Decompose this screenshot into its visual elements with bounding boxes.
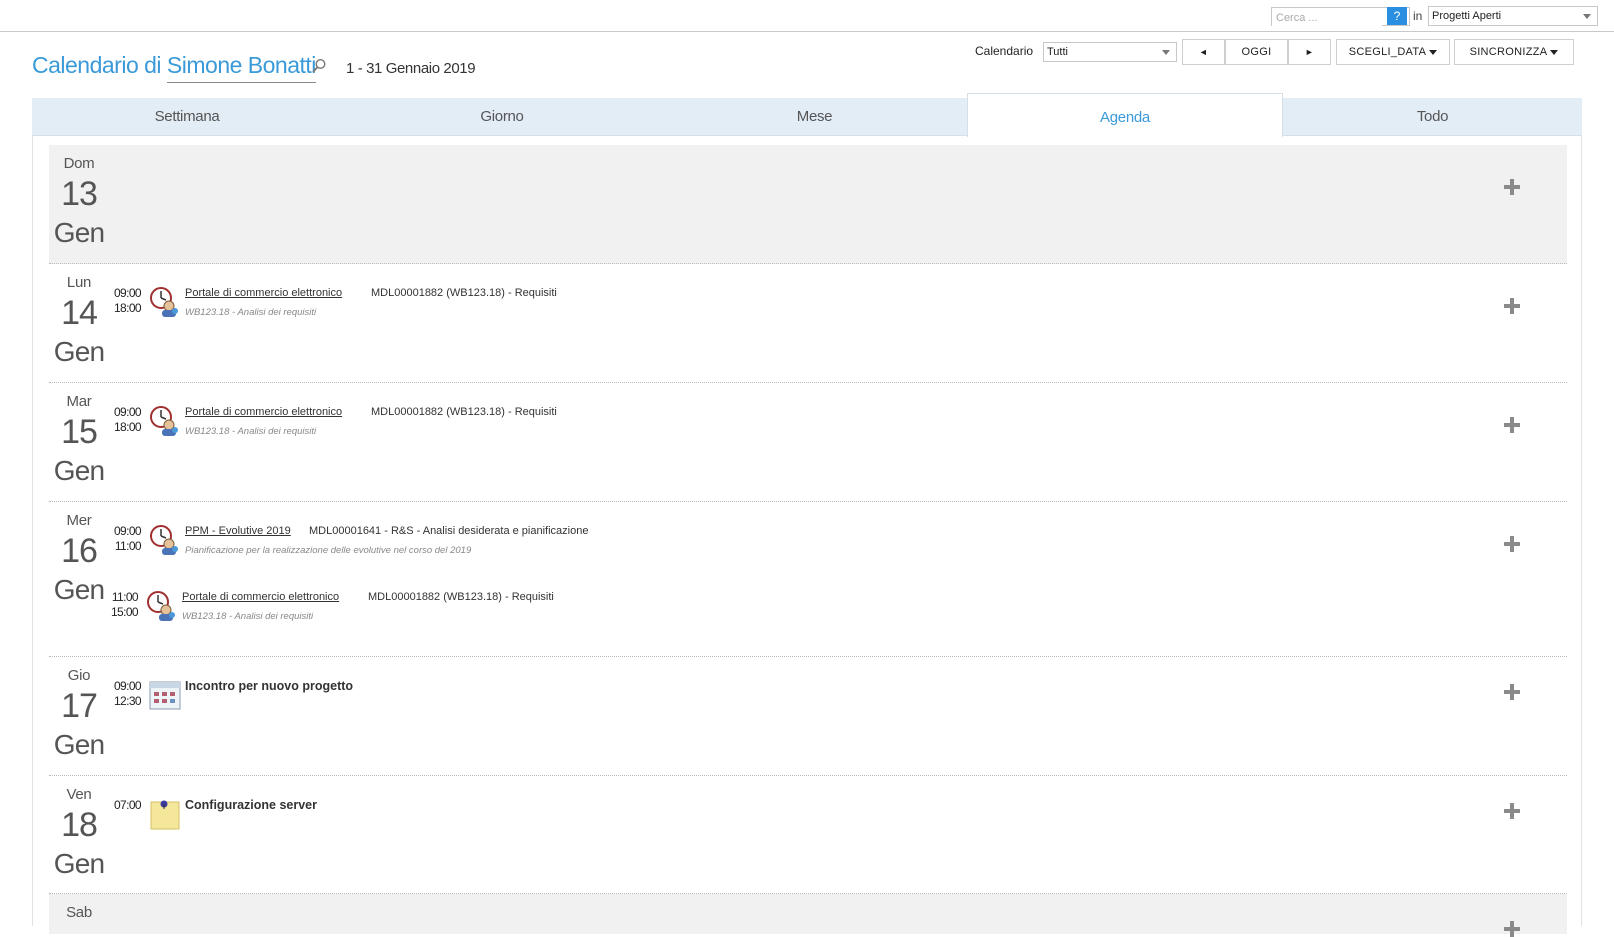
scope-in-label: in xyxy=(1413,9,1423,23)
search-input[interactable] xyxy=(1272,9,1382,27)
event-detail: WB123.18 - Analisi dei requisiti xyxy=(185,307,317,318)
event-project-link[interactable]: Portale di commercio elettronico xyxy=(185,406,342,418)
day-month: Gen xyxy=(53,217,105,248)
activity-clock-icon xyxy=(147,591,175,621)
scope-select[interactable]: Progetti Aperti xyxy=(1428,6,1598,26)
add-event-icon[interactable] xyxy=(1504,298,1520,314)
day-name: Lun xyxy=(66,274,92,291)
calendar-filter-select[interactable]: Tutti xyxy=(1043,42,1177,62)
agenda-day: Dom 13 Gen xyxy=(49,145,1567,264)
event-end-time: 18:00 xyxy=(113,420,142,434)
add-event-icon[interactable] xyxy=(1504,536,1520,552)
agenda-day: Sab xyxy=(49,894,1567,937)
day-number: 13 xyxy=(61,175,98,213)
tab-settimana[interactable]: Settimana xyxy=(32,98,342,136)
activity-clock-icon xyxy=(150,287,178,317)
event-project-link[interactable]: Portale di commercio elettronico xyxy=(182,591,339,603)
choose-date-label: SCEGLI_DATA xyxy=(1348,46,1427,58)
event-start-time: 07:00 xyxy=(113,798,142,812)
tab-mese[interactable]: Mese xyxy=(662,98,967,136)
event-project-link[interactable]: Portale di commercio elettronico xyxy=(185,287,342,299)
today-button[interactable]: OGGI xyxy=(1225,39,1288,65)
day-number: 14 xyxy=(61,294,98,332)
day-number: 16 xyxy=(61,532,98,570)
chevron-down-icon xyxy=(1583,14,1591,19)
agenda-day: Gio 17 Gen 09:00 12:30 Incontro per nuov… xyxy=(49,657,1567,776)
day-number: 17 xyxy=(61,687,98,725)
day-name: Mar xyxy=(66,393,92,410)
event-start-time: 11:00 xyxy=(111,590,139,604)
tab-todo[interactable]: Todo xyxy=(1283,98,1582,136)
event-detail: WB123.18 - Analisi dei requisiti xyxy=(182,611,314,622)
activity-clock-icon xyxy=(150,525,178,555)
day-name: Ven xyxy=(66,786,92,803)
chevron-down-icon xyxy=(1162,50,1170,55)
day-number: 15 xyxy=(61,413,98,451)
calendar-filter-label: Calendario xyxy=(975,44,1034,58)
day-number: 18 xyxy=(61,806,98,844)
day-name: Sab xyxy=(66,904,92,921)
sync-button[interactable]: SINCRONIZZA xyxy=(1454,39,1574,65)
calendar-filter-value: Tutti xyxy=(1047,46,1068,58)
day-month: Gen xyxy=(53,848,105,879)
top-bar: ? in Progetti Aperti xyxy=(0,0,1614,32)
day-month: Gen xyxy=(53,574,105,605)
page-title: Calendario di Simone Bonatti xyxy=(32,52,316,83)
event-activity-code: MDL00001882 (WB123.18) - Requisiti xyxy=(368,591,554,603)
event-end-time: 11:00 xyxy=(114,539,142,553)
activity-clock-icon xyxy=(150,406,178,436)
event-title[interactable]: Configurazione server xyxy=(185,798,317,812)
event-start-time: 09:00 xyxy=(113,679,142,693)
event-end-time: 18:00 xyxy=(113,301,142,315)
page-title-prefix: Calendario di xyxy=(32,52,162,78)
event-activity-code: MDL00001882 (WB123.18) - Requisiti xyxy=(371,406,557,418)
add-event-icon[interactable] xyxy=(1504,179,1520,195)
calendar-meeting-icon xyxy=(149,681,181,710)
scope-select-value: Progetti Aperti xyxy=(1432,10,1502,22)
dropdown-arrow-icon xyxy=(1550,49,1559,55)
next-button[interactable]: ► xyxy=(1288,39,1331,65)
add-event-icon[interactable] xyxy=(1504,921,1520,937)
event-detail: Pianificazione per la realizzazione dell… xyxy=(185,545,472,556)
event-detail: WB123.18 - Analisi dei requisiti xyxy=(185,426,317,437)
event-start-time: 09:00 xyxy=(113,405,142,419)
day-name: Dom xyxy=(63,155,95,172)
agenda-day: Ven 18 Gen 07:00 Configurazione server xyxy=(49,776,1567,894)
agenda-list: Dom 13 Gen Lun 14 Gen 09:00 18:00 Portal… xyxy=(32,136,1582,937)
event-title[interactable]: Incontro per nuovo progetto xyxy=(185,679,353,693)
day-month: Gen xyxy=(53,336,105,367)
sticky-note-icon xyxy=(150,800,180,830)
day-month: Gen xyxy=(53,455,105,486)
event-start-time: 09:00 xyxy=(113,286,142,300)
day-name: Gio xyxy=(67,667,91,684)
day-month: Gen xyxy=(53,729,105,760)
day-name: Mer xyxy=(66,512,92,529)
event-activity-code: MDL00001641 - R&S - Analisi desiderata e… xyxy=(309,525,589,537)
agenda-day: Mar 15 Gen 09:00 18:00 Portale di commer… xyxy=(49,383,1567,502)
event-project-link[interactable]: PPM - Evolutive 2019 xyxy=(185,525,291,537)
agenda-day: Lun 14 Gen 09:00 18:00 Portale di commer… xyxy=(49,264,1567,383)
sync-label: SINCRONIZZA xyxy=(1469,46,1548,58)
dropdown-arrow-icon xyxy=(1429,49,1438,55)
event-activity-code: MDL00001882 (WB123.18) - Requisiti xyxy=(371,287,557,299)
add-event-icon[interactable] xyxy=(1504,803,1520,819)
add-event-icon[interactable] xyxy=(1504,417,1520,433)
event-end-time: 12:30 xyxy=(113,694,142,708)
tab-agenda[interactable]: Agenda xyxy=(967,93,1283,137)
calendar-owner-link[interactable]: Simone Bonatti xyxy=(166,52,316,83)
choose-date-button[interactable]: SCEGLI_DATA xyxy=(1336,39,1450,65)
tab-giorno[interactable]: Giorno xyxy=(342,98,662,136)
view-tabs: Settimana Giorno Mese Agenda Todo xyxy=(32,93,1582,137)
event-start-time: 09:00 xyxy=(113,524,142,538)
agenda-day: Mer 16 Gen 09:00 11:00 PPM - Evolutive 2… xyxy=(49,502,1567,657)
search-user-icon[interactable] xyxy=(311,58,327,74)
help-button[interactable]: ? xyxy=(1387,7,1407,25)
prev-button[interactable]: ◄ xyxy=(1182,39,1225,65)
add-event-icon[interactable] xyxy=(1504,684,1520,700)
date-range: 1 - 31 Gennaio 2019 xyxy=(346,60,476,77)
event-end-time: 15:00 xyxy=(110,605,139,619)
